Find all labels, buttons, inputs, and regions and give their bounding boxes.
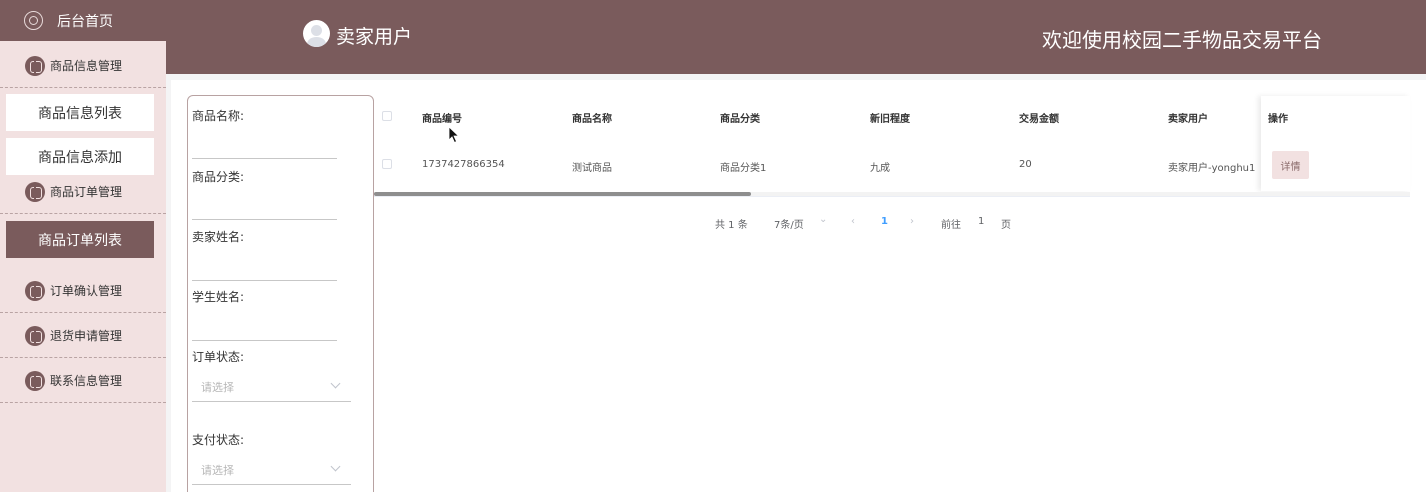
next-page-button[interactable]: › bbox=[910, 216, 914, 227]
sidebar-item-order-list[interactable]: 商品订单列表 bbox=[6, 221, 154, 258]
table-cell: 测试商品 bbox=[572, 163, 612, 174]
welcome-text: 欢迎使用校园二手物品交易平台 bbox=[1042, 28, 1322, 52]
filter-label-order-status: 订单状态: bbox=[192, 350, 245, 364]
menu-grid-icon bbox=[25, 280, 45, 301]
menu-grid-icon bbox=[25, 325, 45, 346]
filter-label-student-name: 学生姓名: bbox=[192, 290, 245, 304]
column-header[interactable]: 卖家用户 bbox=[1168, 110, 1208, 125]
sidebar: 后台首页 商品信息管理 商品信息列表 商品信息添加 商品订单管理 商品订单列表 … bbox=[0, 0, 166, 492]
page-number-current[interactable]: 1 bbox=[881, 216, 888, 227]
menu-group-label: 退货申请管理 bbox=[50, 329, 123, 343]
sidebar-home[interactable]: 后台首页 bbox=[0, 0, 166, 41]
menu-group-label: 商品信息管理 bbox=[50, 59, 123, 73]
filter-label-payment-status: 支付状态: bbox=[192, 433, 245, 447]
menu-group-order-confirm[interactable]: 订单确认管理 bbox=[0, 269, 166, 313]
payment-status-select[interactable]: 请选择 bbox=[201, 462, 234, 478]
table-cell: 20 bbox=[1019, 159, 1032, 170]
goto-suffix: 页 bbox=[1001, 220, 1011, 231]
student-name-input[interactable] bbox=[192, 340, 337, 341]
detail-button[interactable]: 详情 bbox=[1272, 151, 1309, 179]
table-cell: 九成 bbox=[870, 163, 890, 174]
menu-grid-icon bbox=[25, 181, 45, 202]
current-user-label[interactable]: 卖家用户 bbox=[336, 22, 412, 49]
table-cell: 商品分类1 bbox=[720, 163, 767, 174]
filter-label-product-category: 商品分类: bbox=[192, 170, 245, 184]
prev-page-button[interactable]: ‹ bbox=[851, 216, 855, 227]
filter-label-seller-name: 卖家姓名: bbox=[192, 230, 245, 244]
menu-group-product-info[interactable]: 商品信息管理 bbox=[0, 44, 166, 88]
filter-label-product-name: 商品名称: bbox=[192, 109, 245, 123]
seller-name-input[interactable] bbox=[192, 280, 337, 281]
menu-group-label: 订单确认管理 bbox=[50, 284, 123, 298]
column-header[interactable]: 商品分类 bbox=[720, 110, 760, 125]
home-circle-icon bbox=[24, 11, 43, 30]
top-header: 卖家用户 欢迎使用校园二手物品交易平台 bbox=[166, 0, 1426, 74]
table-divider bbox=[374, 196, 1410, 197]
page-size-select[interactable]: 7条/页 bbox=[774, 216, 804, 231]
sidebar-home-label: 后台首页 bbox=[57, 13, 113, 30]
product-name-input[interactable] bbox=[192, 158, 337, 159]
table-cell: 卖家用户-yonghu1 bbox=[1168, 163, 1256, 174]
sidebar-item-label: 商品信息添加 bbox=[38, 149, 122, 166]
goto-prefix: 前往 bbox=[941, 220, 961, 231]
menu-group-label: 商品订单管理 bbox=[50, 185, 123, 199]
menu-grid-icon bbox=[25, 55, 45, 76]
page-size-chevron-icon[interactable]: ⌄ bbox=[819, 214, 827, 225]
menu-grid-icon bbox=[25, 370, 45, 391]
menu-group-return-request[interactable]: 退货申请管理 bbox=[0, 314, 166, 358]
select-all-checkbox[interactable] bbox=[382, 111, 392, 121]
order-status-select[interactable]: 请选择 bbox=[201, 379, 234, 395]
payment-status-underline bbox=[192, 484, 351, 485]
table-cell: 1737427866354 bbox=[422, 159, 505, 170]
sidebar-item-product-list[interactable]: 商品信息列表 bbox=[6, 94, 154, 131]
menu-group-product-order[interactable]: 商品订单管理 bbox=[0, 170, 166, 214]
column-header[interactable]: 商品名称 bbox=[572, 110, 612, 125]
row-checkbox[interactable] bbox=[382, 159, 392, 169]
sidebar-item-label: 商品订单列表 bbox=[38, 232, 122, 249]
sidebar-item-label: 商品信息列表 bbox=[38, 105, 122, 122]
user-avatar-icon[interactable] bbox=[303, 20, 330, 47]
mouse-cursor-icon bbox=[448, 126, 460, 144]
menu-group-label: 联系信息管理 bbox=[50, 374, 123, 388]
column-header[interactable]: 新旧程度 bbox=[870, 110, 910, 125]
column-header[interactable]: 交易金额 bbox=[1019, 110, 1059, 125]
column-header[interactable]: 商品编号 bbox=[422, 110, 462, 125]
goto-page-input[interactable]: 1 bbox=[978, 216, 984, 227]
column-header: 操作 bbox=[1268, 114, 1288, 125]
pagination-total: 共 1 条 bbox=[715, 220, 748, 231]
menu-group-contact-info[interactable]: 联系信息管理 bbox=[0, 359, 166, 403]
order-status-underline bbox=[192, 401, 351, 402]
product-category-input[interactable] bbox=[192, 219, 337, 220]
